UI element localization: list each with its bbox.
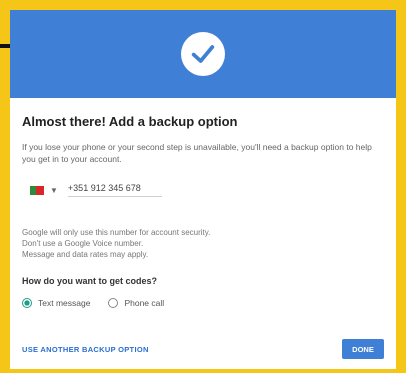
note-line: Message and data rates may apply. [22, 250, 149, 259]
backup-option-card: Almost there! Add a backup option If you… [10, 10, 396, 369]
phone-call-option[interactable]: Phone call [108, 298, 164, 308]
text-message-option[interactable]: Text message [22, 298, 90, 308]
notes: Google will only use this number for acc… [22, 227, 384, 260]
country-flag-icon[interactable] [30, 185, 44, 195]
use-another-backup-option-button[interactable]: USE ANOTHER BACKUP OPTION [22, 345, 149, 354]
page-title: Almost there! Add a backup option [22, 114, 238, 129]
codes-question: How do you want to get codes? [22, 276, 157, 286]
content: Almost there! Add a backup option If you… [10, 98, 396, 308]
chevron-down-icon[interactable]: ▼ [50, 186, 58, 195]
option-label: Text message [38, 298, 91, 308]
phone-number-field[interactable]: +351 912 345 678 [67, 183, 162, 197]
done-button[interactable]: DONE [342, 339, 384, 359]
note-line: Google will only use this number for acc… [22, 228, 211, 237]
codes-radio-group: Text message Phone call [22, 298, 384, 308]
option-label: Phone call [124, 298, 165, 308]
phone-row: ▼ +351 912 345 678 [30, 183, 384, 197]
checkmark-icon [181, 32, 225, 76]
checkmark-glyph [191, 45, 215, 63]
success-header [10, 10, 396, 98]
left-edge-bar [0, 44, 10, 48]
page-description: If you lose your phone or your second st… [22, 142, 372, 164]
radio-unselected-icon[interactable] [108, 298, 119, 308]
radio-selected-icon[interactable] [22, 298, 32, 308]
footer: USE ANOTHER BACKUP OPTION DONE [22, 339, 384, 359]
note-line: Don't use a Google Voice number. [22, 239, 144, 248]
